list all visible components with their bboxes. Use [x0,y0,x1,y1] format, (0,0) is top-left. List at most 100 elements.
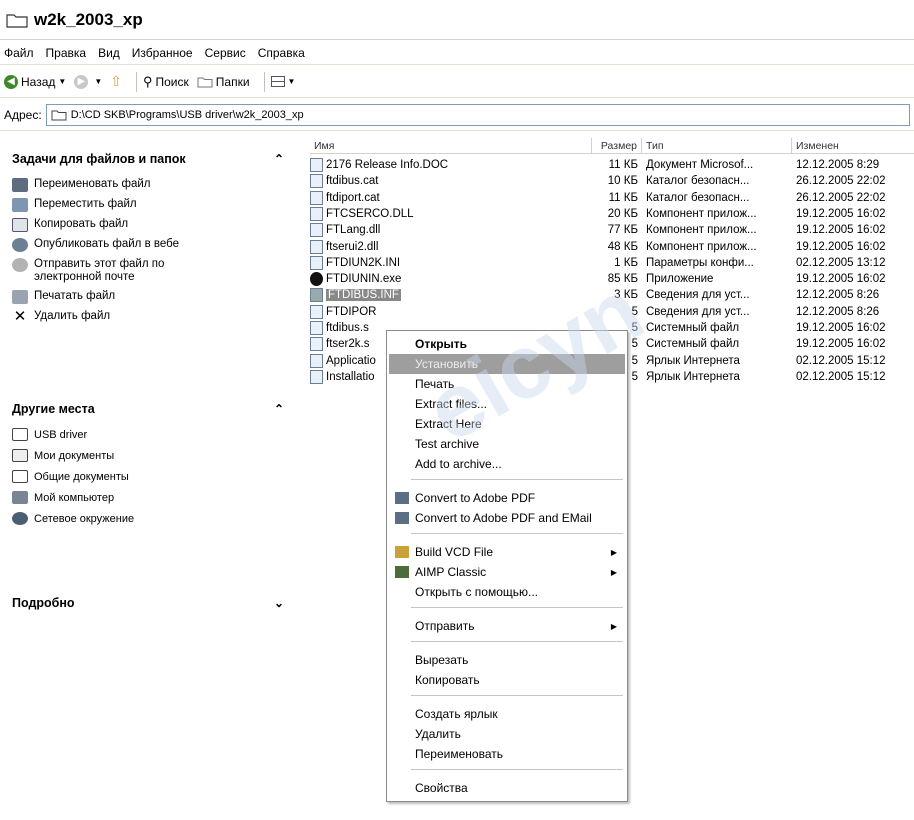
file-row[interactable]: FTLang.dll 77 КБ Компонент прилож... 19.12.… [310,222,914,238]
chevron-down-icon[interactable]: ▼ [94,77,102,86]
file-row[interactable]: 2176 Release Info.DOC 11 КБ Документ Micro… [310,157,914,173]
place-usb-driver[interactable]: USB driver [12,428,294,441]
menu-separator [411,533,623,534]
details-title: Подробно [12,596,75,610]
file-row[interactable]: FTDIUNIN.exe 85 КБ Приложение 19.12.2005 16… [310,271,914,287]
context-menu-item[interactable]: Переименовать [389,744,625,764]
context-menu-item[interactable]: Печать [389,374,625,394]
file-row[interactable]: FTCSERCO.DLL 20 КБ Компонент прилож... 19.1… [310,206,914,222]
menu-tools[interactable]: Сервис [205,46,246,60]
place-network[interactable]: Сетевое окружение [12,512,294,525]
address-input[interactable]: D:\CD SKB\Programs\USB driver\w2k_2003_x… [45,103,910,126]
file-row[interactable]: FTDIUN2K.INI 1 КБ Параметры конфи... 02.12.… [310,255,914,271]
task-label: Печатать файл [34,290,116,302]
context-menu-item[interactable]: Add to archive... [389,454,625,474]
task-rename[interactable]: Переименовать файл [12,178,294,192]
menu-file[interactable]: Файл [4,46,34,60]
task-copy[interactable]: Копировать файл [12,218,294,232]
file-type: Компонент прилож... [646,240,757,253]
context-menu-item[interactable]: Extract Here [389,414,625,434]
place-my-computer[interactable]: Мой компьютер [12,491,294,504]
context-menu-item[interactable]: Копировать [389,670,625,690]
search-icon: ⚲ [142,73,153,89]
menu-view[interactable]: Вид [98,46,120,60]
move-icon [12,198,28,212]
menu-favorites[interactable]: Избранное [132,46,193,60]
file-row[interactable]: ftserui2.dll 48 КБ Компонент прилож... 19.1… [310,239,914,255]
file-modified: 12.12.2005 8:26 [796,305,880,318]
task-move[interactable]: Переместить файл [12,198,294,212]
context-menu-item[interactable]: Test archive [389,434,625,454]
search-button[interactable]: ⚲ Поиск [143,74,189,90]
file-icon [310,206,323,221]
context-menu-item[interactable]: Build VCD File ▶ [389,542,625,562]
address-path: D:\CD SKB\Programs\USB driver\w2k_2003_x… [70,108,304,121]
context-menu-label: Печать [415,377,455,391]
context-menu-item[interactable]: AIMP Classic ▶ [389,562,625,582]
file-row[interactable]: FTDIBUS.INF 3 КБ Сведения для уст... 12.12.… [310,287,914,303]
file-modified: 26.12.2005 22:02 [796,175,886,188]
place-shared-documents[interactable]: Общие документы [12,470,294,483]
column-size[interactable]: Размер [592,137,642,154]
file-icon [310,353,323,368]
file-name: FTDIPOR [326,305,377,318]
column-type[interactable]: Тип [642,137,792,154]
folder-icon [12,470,28,483]
collapse-icon[interactable]: ⌃ [274,152,284,166]
file-row[interactable]: ftdibus.cat 10 КБ Каталог безопасн... 26.12… [310,173,914,189]
menu-help[interactable]: Справка [258,46,305,60]
context-menu-item[interactable]: Extract files... [389,394,625,414]
other-places-panel: Другие места ⌃ USB driver Мои документы … [10,394,294,539]
task-label: Переименовать файл [34,178,151,190]
task-publish[interactable]: Опубликовать файл в вебе [12,238,294,252]
context-menu-item[interactable]: Convert to Adobe PDF [389,488,625,508]
file-name: ftdiport.cat [326,191,380,204]
rename-icon [12,178,28,192]
other-places-header[interactable]: Другие места ⌃ [10,394,294,424]
context-menu-item[interactable]: Открыть с помощью... [389,582,625,602]
chevron-down-icon[interactable]: ▼ [58,77,66,86]
menu-edit[interactable]: Правка [46,46,87,60]
menu-separator [411,479,623,480]
context-menu-item[interactable]: Открыть [389,334,625,354]
file-row[interactable]: ftdiport.cat 11 КБ Каталог безопасн... 26.1… [310,190,914,206]
views-button[interactable]: ▼ [270,76,296,87]
context-menu-item[interactable]: Установить [389,354,625,374]
folder-icon [51,110,67,120]
context-menu-item[interactable]: Удалить [389,724,625,744]
file-tasks-title: Задачи для файлов и папок [12,152,186,166]
folders-button[interactable]: Папки [197,75,250,89]
file-name: FTCSERCO.DLL [326,207,414,220]
expand-icon[interactable]: ⌄ [274,596,284,610]
context-menu-item[interactable]: Отправить ▶ [389,616,625,636]
file-type: Системный файл [646,322,740,334]
place-label: Мои документы [34,449,115,462]
task-email[interactable]: Отправить этот файл по электронной почте [12,258,294,284]
up-folder-button[interactable]: ⇧ [110,73,122,90]
details-header[interactable]: Подробно ⌄ [10,588,294,618]
column-modified[interactable]: Изменен [792,138,912,154]
menu-separator [411,695,623,696]
task-print[interactable]: Печатать файл [12,290,294,304]
column-name[interactable]: Имя [310,137,592,154]
context-menu-label: Отправить [415,619,475,633]
context-menu-item[interactable]: Создать ярлык [389,704,625,724]
context-menu-item[interactable]: Свойства [389,778,625,798]
forward-button[interactable]: ▶ ▼ [74,74,102,89]
context-menu-item[interactable]: Вырезать [389,650,625,670]
back-label: Назад [21,74,56,89]
context-menu-item[interactable]: Convert to Adobe PDF and EMail [389,508,625,528]
chevron-down-icon[interactable]: ▼ [288,77,296,86]
back-button[interactable]: ◀ Назад ▼ [4,74,66,89]
toolbar-divider [263,71,265,92]
file-type: Каталог безопасн... [646,191,750,204]
context-menu-label: Вырезать [415,653,469,667]
task-delete[interactable]: ✕ Удалить файл [12,309,294,324]
file-tasks-header[interactable]: Задачи для файлов и папок ⌃ [10,144,294,174]
collapse-icon[interactable]: ⌃ [274,402,284,416]
file-modified: 19.12.2005 16:02 [796,273,886,286]
file-row[interactable]: FTDIPOR 5 Сведения для уст... 12.12.2005 8:… [310,304,914,320]
file-size: 5 [631,305,638,318]
place-my-documents[interactable]: Мои документы [12,449,294,462]
toolbar-divider [135,71,137,92]
